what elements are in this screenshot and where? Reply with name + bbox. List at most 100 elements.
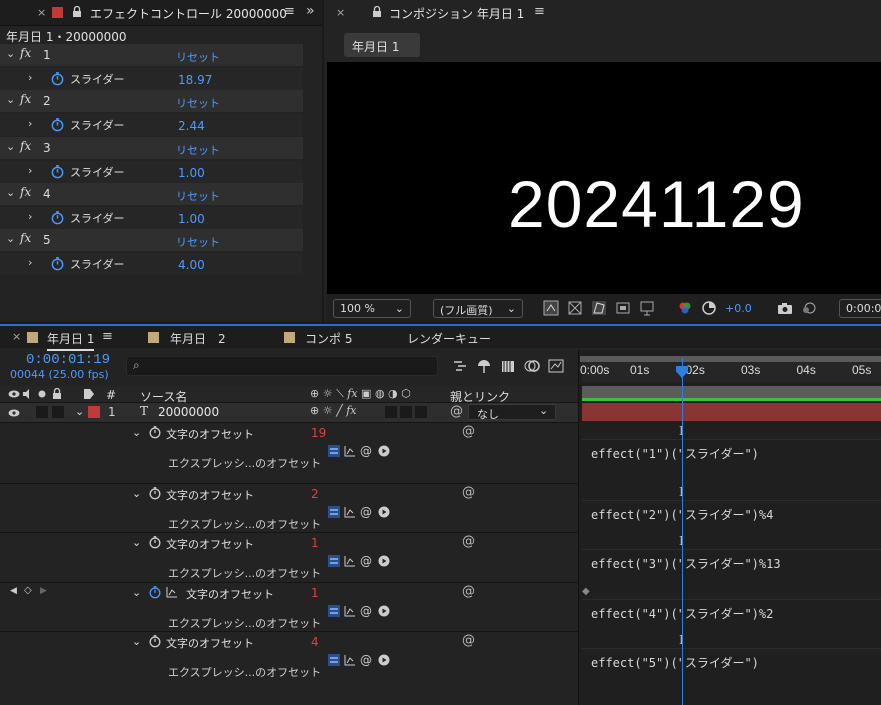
effect-controls-title[interactable]: エフェクトコントロール 20000000: [90, 5, 287, 22]
chevron-down-icon[interactable]: ⌄: [132, 426, 141, 439]
next-keyframe-icon[interactable]: ▶: [40, 586, 47, 596]
camera-icon[interactable]: [777, 300, 793, 316]
chevron-right-icon[interactable]: ›: [28, 71, 32, 84]
expression-language-menu-icon[interactable]: [378, 605, 390, 617]
chevron-down-icon[interactable]: ⌄: [132, 536, 141, 549]
zoom-dropdown[interactable]: 100 % ⌄: [333, 299, 411, 318]
chevron-right-icon[interactable]: ›: [28, 117, 32, 130]
slider-value[interactable]: 4.00: [178, 258, 205, 272]
property-name[interactable]: 文字のオフセット: [166, 487, 254, 503]
work-area-bar[interactable]: [580, 356, 881, 362]
lock-icon[interactable]: [52, 388, 62, 400]
graph-icon[interactable]: [166, 586, 178, 598]
property-name[interactable]: 文字のオフセット: [166, 536, 254, 552]
close-tab-button[interactable]: ×: [336, 6, 345, 19]
effect-row[interactable]: ⌄ fx 4 リセット: [0, 183, 303, 205]
chevron-down-icon[interactable]: ⌄: [132, 586, 141, 599]
close-tab-button[interactable]: ×: [37, 6, 46, 19]
property-value[interactable]: 1: [311, 586, 319, 600]
previous-keyframe-icon[interactable]: ◀: [10, 586, 17, 596]
expression-language-menu-icon[interactable]: [378, 654, 390, 666]
stopwatch-icon[interactable]: [148, 486, 162, 500]
graph-icon[interactable]: [344, 506, 356, 518]
panel-menu-icon[interactable]: ≡: [534, 4, 545, 19]
reset-link[interactable]: リセット: [176, 95, 220, 111]
pickwhip-icon[interactable]: @: [462, 485, 475, 500]
composition-breadcrumb-tab[interactable]: 年月日 1: [344, 33, 420, 57]
expression-enable-icon[interactable]: [328, 445, 340, 457]
stopwatch-icon[interactable]: [50, 71, 65, 86]
fx-icon[interactable]: fx: [20, 231, 31, 245]
tab-active-composition[interactable]: 年月日 1: [47, 330, 95, 351]
fx-icon[interactable]: fx: [20, 139, 31, 153]
effect-param-row[interactable]: › スライダー 1.00: [0, 207, 303, 229]
lock-icon[interactable]: [372, 6, 382, 18]
property-value[interactable]: 1: [311, 536, 319, 550]
stopwatch-icon[interactable]: [148, 585, 162, 599]
effect-row[interactable]: ⌄ fx 3 リセット: [0, 137, 303, 159]
stopwatch-icon[interactable]: [148, 535, 162, 549]
property-value[interactable]: 2: [311, 487, 319, 501]
pickwhip-icon[interactable]: @: [462, 534, 475, 549]
graph-icon[interactable]: [344, 555, 356, 567]
property-name[interactable]: 文字のオフセット: [166, 635, 254, 651]
property-value[interactable]: 4: [311, 635, 319, 649]
pickwhip-icon[interactable]: @: [462, 584, 475, 599]
property-value[interactable]: 19: [311, 426, 326, 440]
slider-value[interactable]: 1.00: [178, 166, 205, 180]
layer-switches[interactable]: ⊕ ☼ ╱ fx: [310, 404, 356, 417]
effect-param-row[interactable]: › スライダー 4.00: [0, 253, 303, 275]
resolution-dropdown[interactable]: (フル画質) ⌄: [433, 299, 523, 318]
composition-flowchart-icon[interactable]: [452, 359, 468, 373]
region-of-interest-icon[interactable]: [615, 300, 631, 316]
current-time-display[interactable]: 0:00:01: [839, 299, 881, 318]
panel-menu-icon[interactable]: ≡: [102, 329, 113, 344]
stopwatch-icon[interactable]: [50, 164, 65, 179]
pickwhip-icon[interactable]: @: [462, 633, 475, 648]
effect-param-row[interactable]: › スライダー 18.97: [0, 68, 303, 90]
expression-pickwhip-icon[interactable]: @: [360, 653, 372, 667]
add-keyframe-icon[interactable]: ◇: [24, 585, 32, 596]
exposure-reset-icon[interactable]: [701, 300, 717, 316]
expression-code[interactable]: effect("5")("スライダー"): [591, 654, 759, 671]
guides-icon[interactable]: [639, 300, 655, 316]
property-name[interactable]: 文字のオフセット: [186, 586, 274, 602]
effect-param-row[interactable]: › スライダー 2.44: [0, 114, 303, 136]
chevron-down-icon[interactable]: ⌄: [75, 405, 84, 418]
reset-link[interactable]: リセット: [176, 234, 220, 250]
chevron-down-icon[interactable]: ⌄: [6, 140, 15, 153]
expression-language-menu-icon[interactable]: [378, 555, 390, 567]
chevron-down-icon[interactable]: ⌄: [6, 93, 15, 106]
fx-icon[interactable]: fx: [20, 46, 31, 60]
effect-row[interactable]: ⌄ fx 5 リセット: [0, 229, 303, 251]
stopwatch-icon[interactable]: [148, 425, 162, 439]
layer-duration-bar[interactable]: [582, 403, 881, 421]
effect-row[interactable]: ⌄ fx 1 リセット: [0, 44, 303, 66]
chevron-down-icon[interactable]: ⌄: [6, 232, 15, 245]
solo-dot-icon[interactable]: [38, 390, 46, 398]
expression-enable-icon[interactable]: [328, 506, 340, 518]
effect-row[interactable]: ⌄ fx 2 リセット: [0, 90, 303, 112]
chevron-down-icon[interactable]: ⌄: [6, 186, 15, 199]
reset-link[interactable]: リセット: [176, 142, 220, 158]
chevron-right-icon[interactable]: ›: [28, 256, 32, 269]
adjustment-toggle[interactable]: [400, 406, 412, 418]
panel-overflow-icon[interactable]: »: [306, 3, 315, 19]
fx-icon[interactable]: fx: [20, 185, 31, 199]
timeline-timecode[interactable]: 0:00:01:19: [26, 352, 110, 368]
motion-blur-toggle[interactable]: [385, 406, 397, 418]
parent-dropdown[interactable]: なし ⌄: [468, 404, 556, 421]
expression-code[interactable]: effect("1")("スライダー"): [591, 445, 759, 462]
expression-enable-icon[interactable]: [328, 654, 340, 666]
fx-icon[interactable]: fx: [20, 92, 31, 106]
graph-icon[interactable]: [344, 445, 356, 457]
stopwatch-icon[interactable]: [50, 256, 65, 271]
timeline-search-input[interactable]: ⌕: [126, 356, 438, 376]
expression-pickwhip-icon[interactable]: @: [360, 505, 372, 519]
graph-editor-icon[interactable]: [548, 358, 564, 374]
motion-blur-icon[interactable]: [524, 358, 540, 374]
stopwatch-icon[interactable]: [50, 210, 65, 225]
current-time-indicator-line[interactable]: [682, 358, 683, 705]
video-eye-icon[interactable]: [8, 408, 20, 418]
pickwhip-icon[interactable]: @: [462, 424, 475, 439]
